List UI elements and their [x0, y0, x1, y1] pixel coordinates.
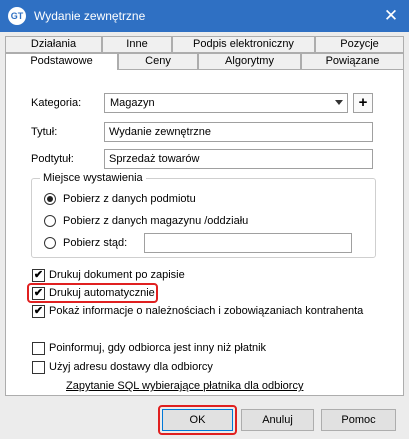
tab-ceny[interactable]: Ceny: [118, 53, 198, 70]
checkbox-uzyj-adresu-dostawy[interactable]: [32, 361, 45, 374]
checkbox-label-drukuj-po-zapisie: Drukuj dokument po zapisie: [49, 269, 185, 281]
podtytul-label: Podtytuł:: [31, 153, 74, 165]
kategoria-select-value: Magazyn: [110, 97, 155, 109]
dialog-window: GT Wydanie zewnętrzne ✕ Działania Inne P…: [0, 0, 409, 439]
add-category-button[interactable]: +: [353, 93, 373, 113]
app-logo-icon: GT: [8, 7, 26, 25]
miejsce-wystawienia-legend: Miejsce wystawienia: [40, 172, 146, 184]
checkbox-label-poinformuj-odbiorca: Poinformuj, gdy odbiorca jest inny niż p…: [49, 342, 267, 354]
tab-powiazane[interactable]: Powiązane: [301, 53, 404, 70]
radio-pobierz-z-magazynu[interactable]: [44, 215, 56, 227]
kategoria-select[interactable]: Magazyn: [104, 93, 348, 113]
tab-algorytmy[interactable]: Algorytmy: [198, 53, 301, 70]
tab-inne[interactable]: Inne: [102, 36, 172, 53]
title-bar[interactable]: GT Wydanie zewnętrzne ✕: [0, 0, 409, 32]
radio-pobierz-z-podmiotu[interactable]: [44, 193, 56, 205]
help-button[interactable]: Pomoc: [321, 409, 396, 431]
sql-payer-query-link[interactable]: Zapytanie SQL wybierające płatnika dla o…: [66, 380, 303, 392]
radio-label-pobierz-z-podmiotu: Pobierz z danych podmiotu: [63, 193, 196, 205]
radio-label-pobierz-stad: Pobierz stąd:: [63, 237, 128, 249]
checkbox-pokaz-naleznosci[interactable]: ✔: [32, 305, 45, 318]
tab-podpis-elektroniczny[interactable]: Podpis elektroniczny: [172, 36, 315, 53]
checkbox-poinformuj-odbiorca[interactable]: [32, 342, 45, 355]
tab-dzialania[interactable]: Działania: [5, 36, 102, 53]
podtytul-input[interactable]: Sprzedaż towarów: [104, 149, 373, 169]
cancel-button[interactable]: Anuluj: [241, 409, 314, 431]
tab-podstawowe[interactable]: Podstawowe: [5, 53, 118, 70]
radio-pobierz-stad[interactable]: [44, 237, 56, 249]
checkbox-drukuj-po-zapisie[interactable]: ✔: [32, 269, 45, 282]
chevron-down-icon: [335, 100, 343, 105]
ok-button[interactable]: OK: [162, 409, 233, 431]
checkbox-drukuj-automatycznie[interactable]: ✔: [32, 287, 45, 300]
close-button[interactable]: ✕: [381, 6, 401, 26]
miejsce-wystawienia-group: Miejsce wystawienia Pobierz z danych pod…: [31, 172, 376, 258]
radio-label-pobierz-z-magazynu: Pobierz z danych magazynu /oddziału: [63, 215, 249, 227]
tytul-label: Tytuł:: [31, 126, 58, 138]
tab-pozycje[interactable]: Pozycje: [315, 36, 404, 53]
tytul-input[interactable]: Wydanie zewnętrzne: [104, 122, 373, 142]
pobierz-stad-input[interactable]: [144, 233, 352, 253]
checkbox-label-pokaz-naleznosci: Pokaż informacje o należnościach i zobow…: [49, 305, 364, 317]
window-title: Wydanie zewnętrzne: [34, 9, 146, 23]
checkbox-label-drukuj-automatycznie: Drukuj automatycznie: [49, 287, 155, 299]
kategoria-label: Kategoria:: [31, 97, 82, 109]
checkbox-label-uzyj-adresu-dostawy: Użyj adresu dostawy dla odbiorcy: [49, 361, 213, 373]
tab-panel-podstawowe: Kategoria: Magazyn + Tytuł: Wydanie zewn…: [5, 69, 404, 396]
